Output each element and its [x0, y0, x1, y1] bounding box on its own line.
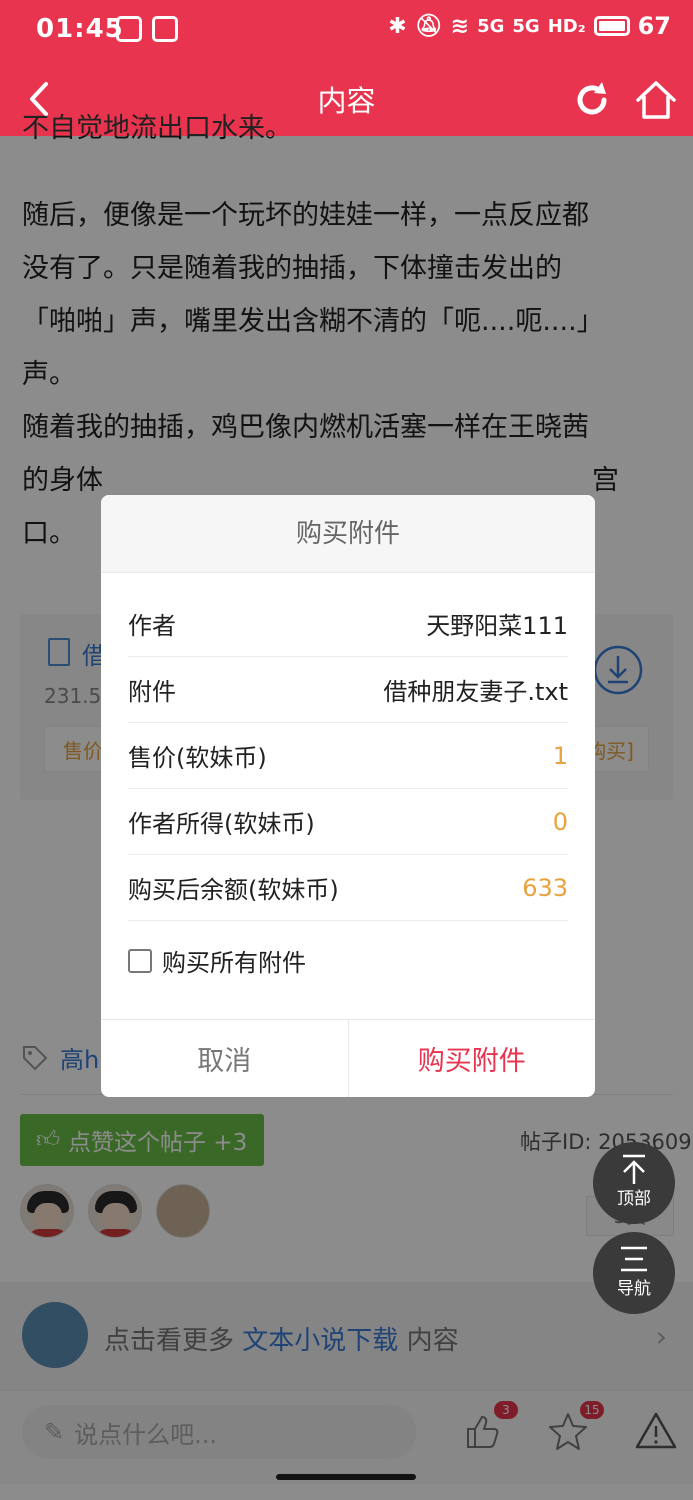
row-label: 附件: [128, 678, 176, 706]
dialog-title: 购买附件: [101, 495, 595, 573]
battery-icon: [593, 16, 630, 36]
row-value: 633: [522, 873, 568, 902]
wifi-icon: ≋: [450, 13, 470, 39]
cancel-button[interactable]: 取消: [101, 1020, 349, 1097]
row-label: 售价(软妹币): [128, 744, 267, 772]
buy-all-label: 购买所有附件: [162, 949, 306, 977]
home-icon[interactable]: [632, 76, 680, 124]
menu-icon: [621, 1246, 647, 1272]
navigation-button[interactable]: 导航: [593, 1232, 675, 1314]
qq-notification-icon: [116, 16, 142, 42]
scroll-top-button[interactable]: 顶部: [593, 1142, 675, 1224]
row-label: 作者: [128, 612, 176, 640]
bluetooth-icon: ✱: [388, 13, 407, 39]
row-attachment: 附件 借种朋友妻子.txt: [128, 657, 568, 723]
refresh-icon[interactable]: [570, 78, 614, 122]
buy-all-attachments-option[interactable]: 购买所有附件: [128, 943, 306, 978]
row-balance-after: 购买后余额(软妹币) 633: [128, 855, 568, 921]
row-value: 1: [552, 741, 568, 770]
arrow-up-icon: [623, 1154, 645, 1184]
row-label: 购买后余额(软妹币): [128, 876, 339, 904]
hd-indicator: HD₂: [547, 15, 586, 37]
signal-5g-2: 5G: [512, 15, 540, 37]
app-notification-icon: [152, 16, 178, 42]
signal-5g-1: 5G: [477, 15, 505, 37]
dialog-footer: 取消 购买附件: [101, 1019, 595, 1097]
row-value: 天野阳菜111: [426, 612, 568, 640]
row-author-earnings: 作者所得(软妹币) 0: [128, 789, 568, 855]
status-time: 01:45: [36, 14, 124, 44]
buy-all-checkbox[interactable]: [128, 948, 152, 973]
row-value: 0: [552, 807, 568, 836]
status-bar: 01:45 ✱ 🔕︎ ≋ 5G 5G HD₂ 67: [0, 0, 693, 62]
purchase-attachment-dialog: 购买附件 作者 天野阳菜111 附件 借种朋友妻子.txt 售价(软妹币) 1 …: [101, 495, 595, 1097]
navigation-label: 导航: [617, 1279, 651, 1299]
notification-icons: [116, 16, 178, 42]
row-price: 售价(软妹币) 1: [128, 723, 568, 789]
confirm-purchase-button[interactable]: 购买附件: [349, 1020, 596, 1097]
row-label: 作者所得(软妹币): [128, 810, 315, 838]
row-value: 借种朋友妻子.txt: [383, 678, 568, 706]
scroll-top-label: 顶部: [617, 1189, 651, 1209]
mute-icon: 🔕︎: [414, 13, 443, 39]
battery-level: 67: [637, 12, 671, 40]
row-author: 作者 天野阳菜111: [128, 591, 568, 657]
status-indicators: ✱ 🔕︎ ≋ 5G 5G HD₂ 67: [388, 12, 671, 40]
